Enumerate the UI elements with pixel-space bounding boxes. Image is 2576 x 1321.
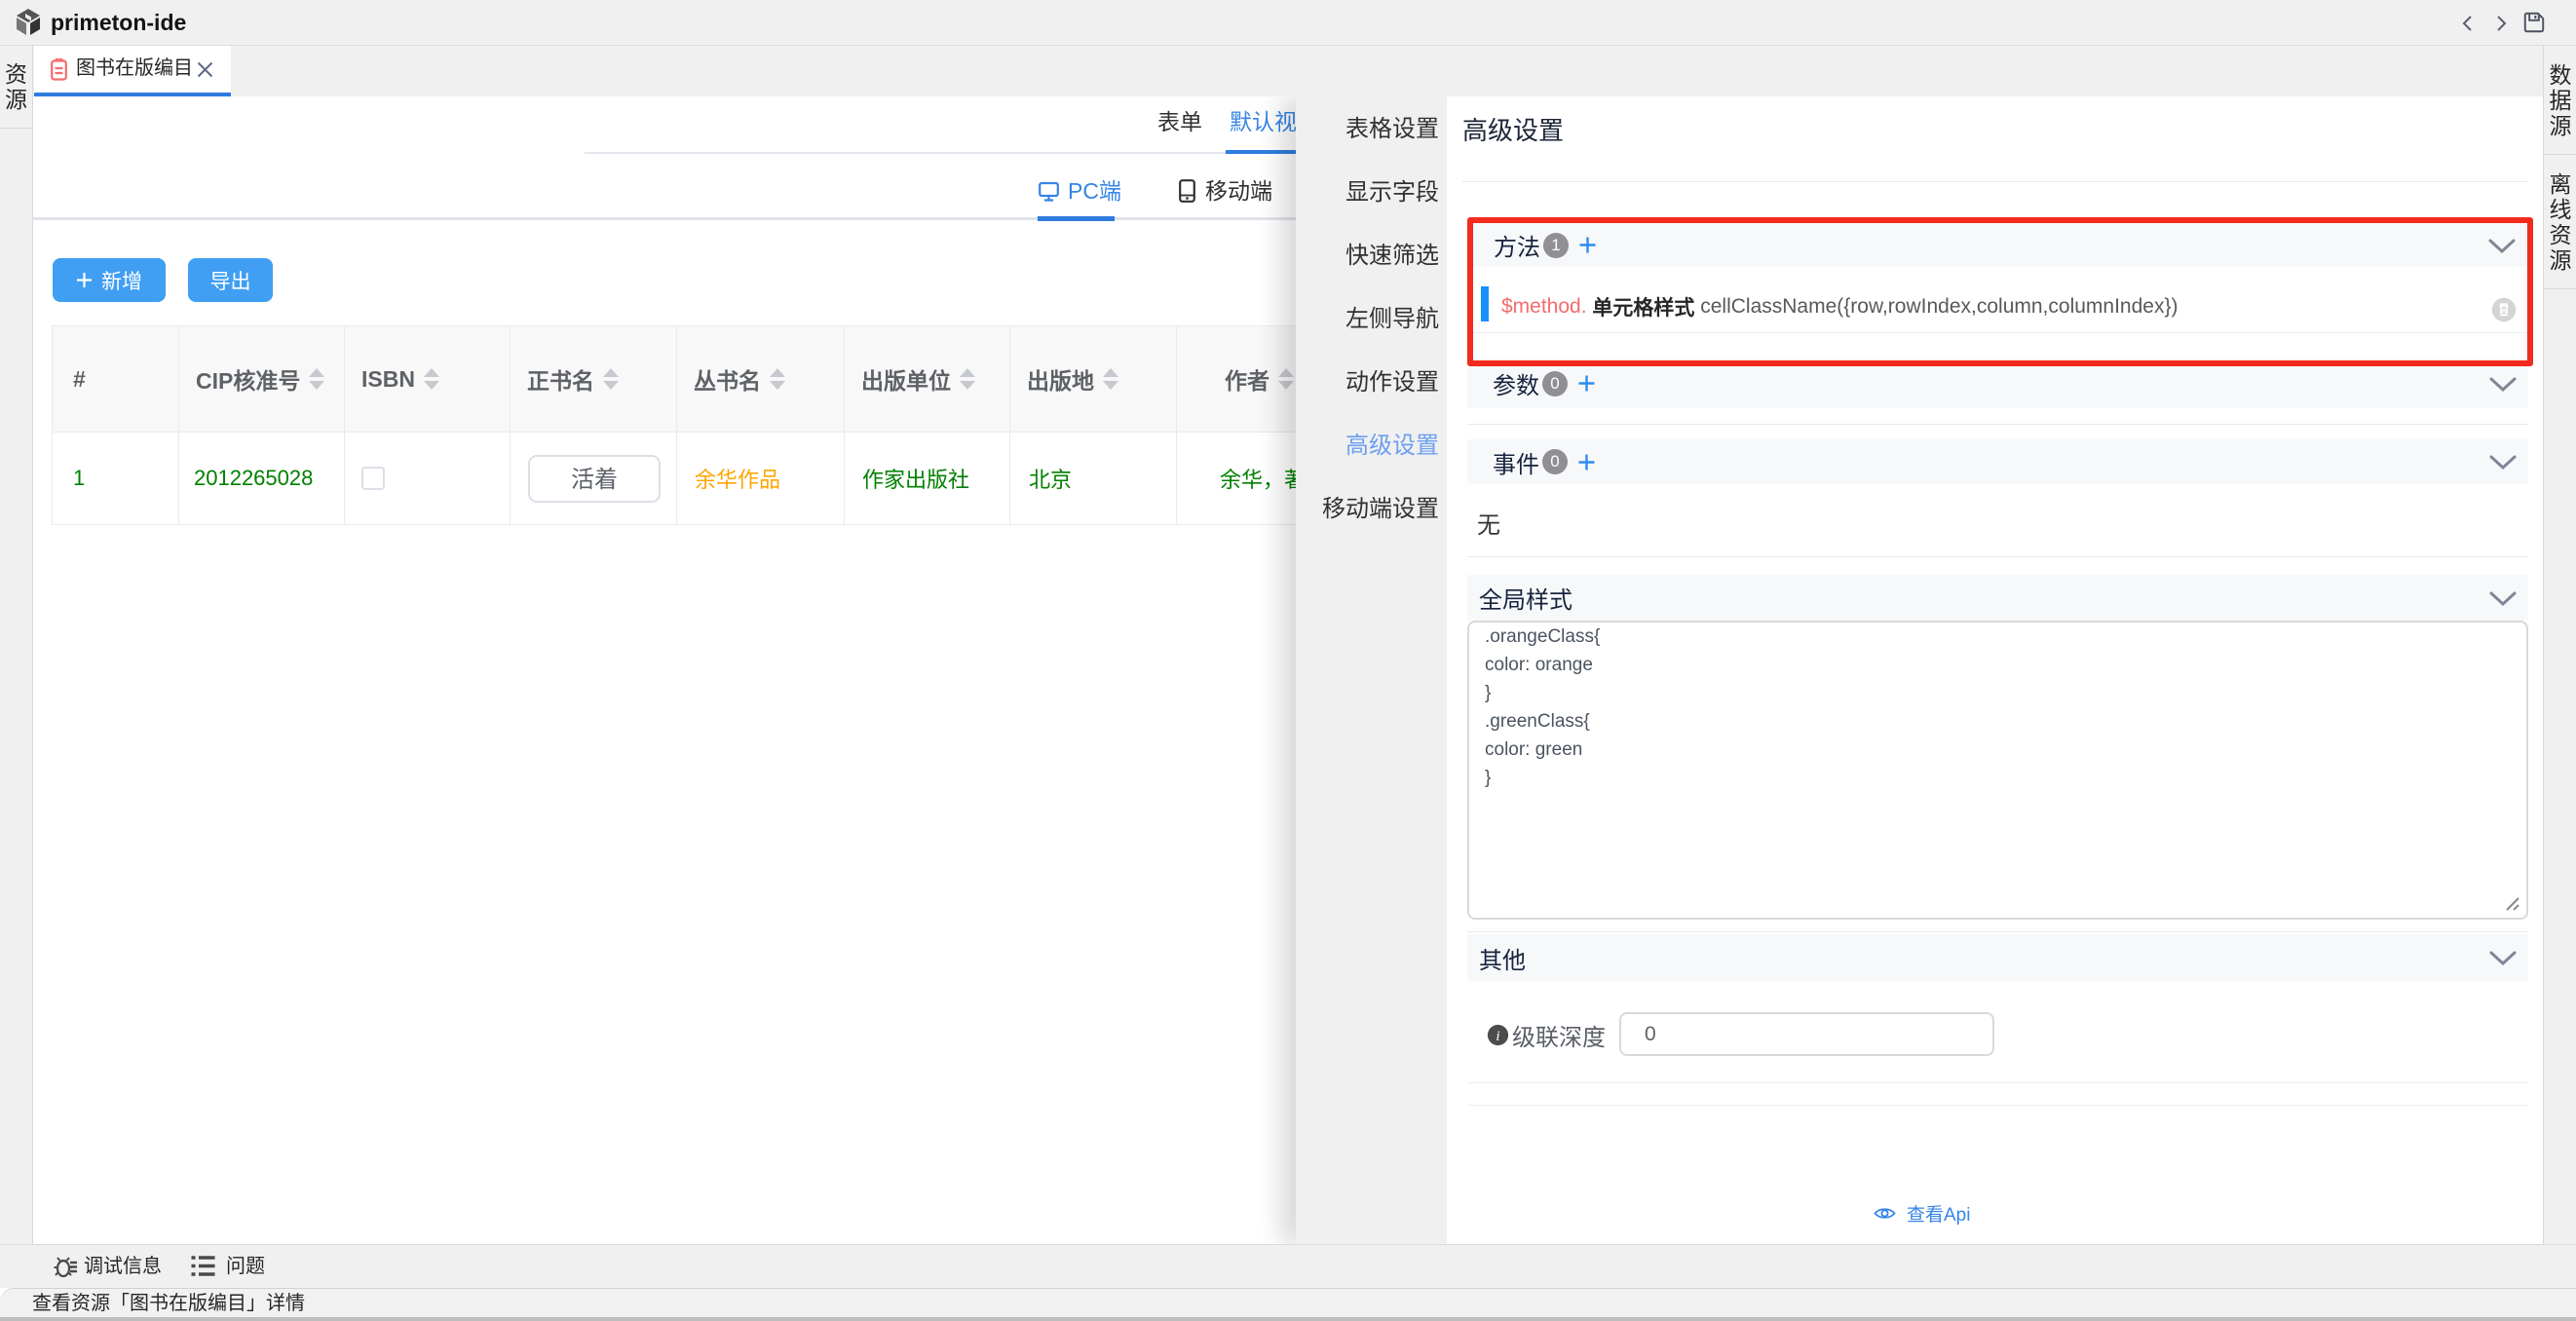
svg-text:i: i <box>1496 1029 1499 1044</box>
